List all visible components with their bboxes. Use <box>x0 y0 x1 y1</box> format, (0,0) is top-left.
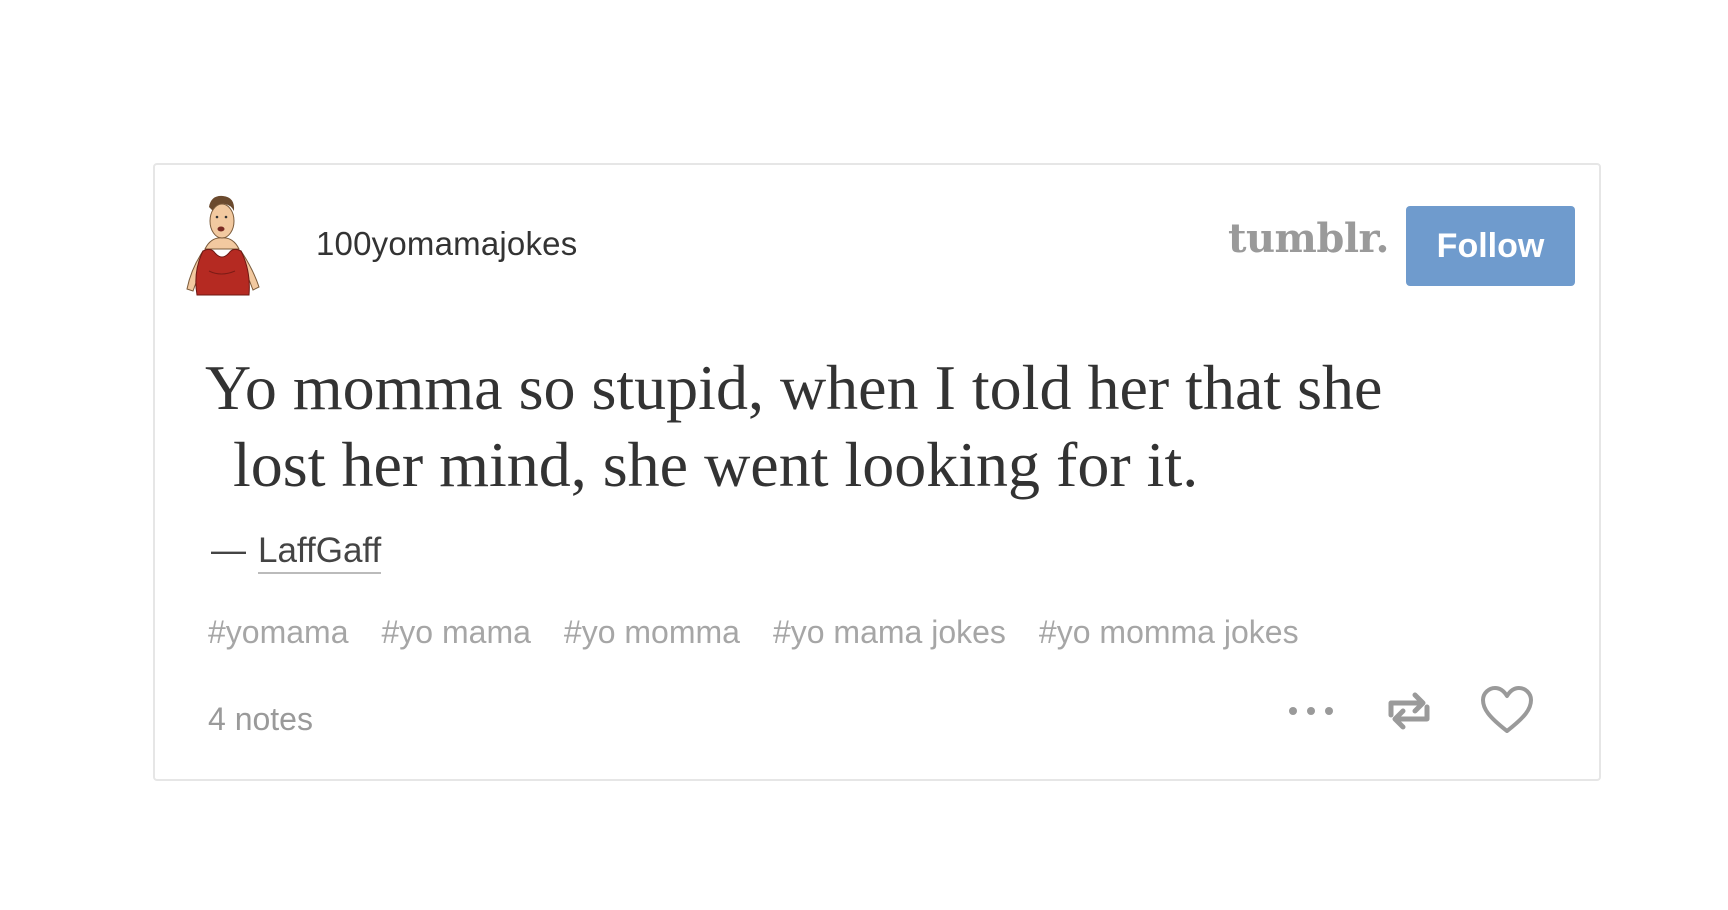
blog-avatar[interactable] <box>181 191 261 301</box>
tumblr-logo[interactable]: tumblr. <box>1228 215 1389 262</box>
tag-link[interactable]: #yo mama <box>382 614 531 651</box>
quote-text: Yo momma so stupid, when I told her that… <box>205 349 1545 503</box>
tag-link[interactable]: #yo momma <box>564 614 740 651</box>
tag-link[interactable]: #yo mama jokes <box>773 614 1006 651</box>
tag-list: #yomama #yo mama #yo momma #yo mama joke… <box>208 614 1299 651</box>
more-dots-icon[interactable] <box>1285 701 1337 721</box>
notes-count[interactable]: 4 notes <box>208 701 313 738</box>
heart-icon[interactable] <box>1479 685 1535 737</box>
tag-link[interactable]: #yo momma jokes <box>1039 614 1299 651</box>
source-dash: — <box>211 531 246 570</box>
reblog-icon[interactable] <box>1383 685 1435 737</box>
quote-source: — LaffGaff <box>211 531 382 574</box>
follow-button[interactable]: Follow <box>1406 206 1575 286</box>
tag-link[interactable]: #yomama <box>208 614 349 651</box>
quote-line-2: lost her mind, she went looking for it. <box>233 429 1199 500</box>
blog-name[interactable]: 100yomamajokes <box>316 225 577 263</box>
post-actions <box>1285 685 1535 737</box>
post-card: 100yomamajokes tumblr. Follow Yo momma s… <box>153 163 1601 781</box>
source-link[interactable]: LaffGaff <box>258 531 382 574</box>
quote-line-1: Yo momma so stupid, when I told her that… <box>205 352 1383 423</box>
